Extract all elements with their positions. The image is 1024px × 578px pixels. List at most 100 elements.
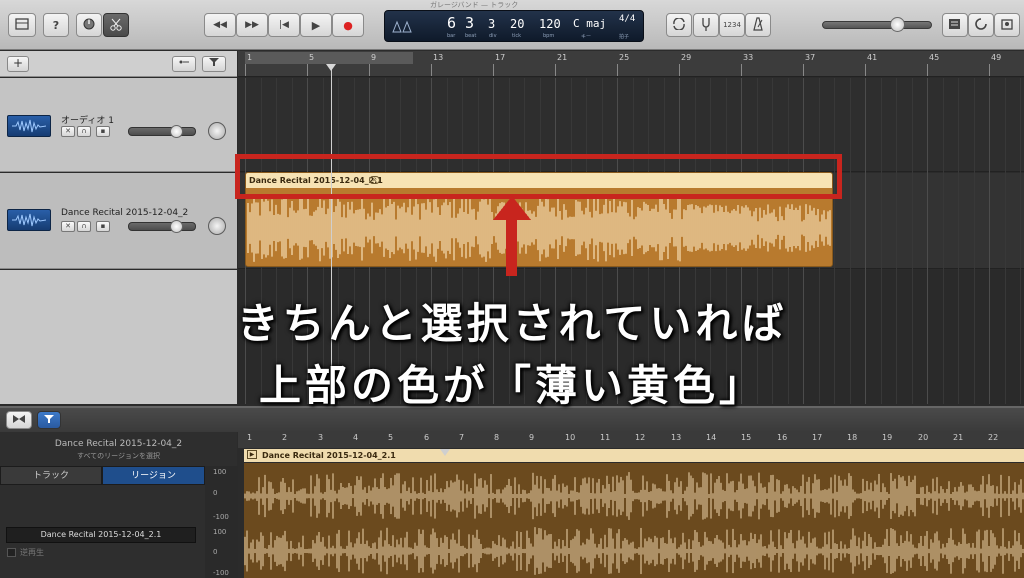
- track-name: Dance Recital 2015-12-04_2: [61, 208, 189, 218]
- editor-ruler-bar-17: 17: [812, 433, 823, 442]
- annotation-arrow-head: [493, 196, 531, 220]
- ruler-tick: [803, 64, 804, 76]
- track-volume-knob[interactable]: [170, 220, 183, 233]
- ruler-tick: [617, 64, 618, 76]
- editors-button[interactable]: [103, 13, 129, 37]
- metronome-icon: [752, 16, 764, 34]
- library-button[interactable]: [8, 13, 36, 37]
- ruler-bar-45: 45: [929, 53, 940, 62]
- count-in-label: 1234: [723, 21, 741, 29]
- cycle-button[interactable]: [666, 13, 692, 37]
- ruler-tick: [369, 64, 370, 76]
- go-to-start-button[interactable]: |◀: [268, 13, 300, 37]
- filter-icon: [208, 56, 220, 70]
- filter-button[interactable]: [202, 56, 226, 72]
- editor-catch-button[interactable]: [6, 411, 32, 429]
- editor-waveform-area[interactable]: [244, 463, 1024, 578]
- solo-button[interactable]: ∩: [77, 126, 91, 137]
- track-lock-button[interactable]: ▪: [96, 126, 110, 137]
- play-icon: ▶: [311, 18, 321, 32]
- mute-button[interactable]: ✕: [61, 126, 75, 137]
- media-browser-button[interactable]: [994, 13, 1020, 37]
- smart-controls-button[interactable]: [76, 13, 102, 37]
- loop-icon: [974, 17, 988, 34]
- annotation-line-2: 上部の色が「薄い黄色」: [258, 361, 765, 410]
- count-in-button[interactable]: 1234: [719, 13, 745, 37]
- editor-ruler-bar-21: 21: [953, 433, 964, 442]
- lcd-beat: 3: [465, 14, 475, 32]
- ruler-bar-49: 49: [991, 53, 1002, 62]
- loop-browser-button[interactable]: [968, 13, 994, 37]
- amplitude-label: 0: [213, 548, 218, 556]
- editor-playhead-handle[interactable]: [440, 449, 450, 456]
- annotation-arrow-stem: [506, 218, 517, 276]
- editor-waveform: [244, 472, 1024, 575]
- ruler-bar-25: 25: [619, 53, 630, 62]
- ruler-tick: [555, 64, 556, 76]
- editor-ruler-bar-19: 19: [882, 433, 893, 442]
- lcd-signature-label: 拍子: [619, 34, 630, 40]
- track-volume-slider[interactable]: [128, 222, 196, 231]
- lcd-display[interactable]: 6 3 3 20 120 C maj 4/4 bar beat div tick…: [384, 10, 644, 42]
- master-volume-knob[interactable]: [890, 17, 905, 32]
- ruler-bar-17: 17: [495, 53, 506, 62]
- solo-button[interactable]: ∩: [77, 221, 91, 232]
- help-button[interactable]: ?: [43, 13, 69, 37]
- ruler-tick: [493, 64, 494, 76]
- editor-ruler-bar-22: 22: [988, 433, 999, 442]
- waveform-icon: [7, 209, 51, 231]
- editor-filter-button[interactable]: [37, 411, 61, 429]
- editor-ruler-bar-4: 4: [353, 433, 359, 442]
- track-volume-slider[interactable]: [128, 127, 196, 136]
- amplitude-axis: [205, 466, 238, 578]
- fast-forward-button[interactable]: ▶▶: [236, 13, 268, 37]
- editor-ruler-bar-16: 16: [777, 433, 788, 442]
- editor-ruler-bar-12: 12: [635, 433, 646, 442]
- add-track-button[interactable]: +: [7, 56, 29, 72]
- record-button[interactable]: ●: [332, 13, 364, 37]
- amplitude-label: -100: [213, 569, 229, 577]
- lock-icon: ▪: [100, 222, 106, 230]
- pan-knob[interactable]: [208, 217, 226, 235]
- lcd-key-label: キー: [581, 34, 592, 40]
- amplitude-label: -100: [213, 513, 229, 521]
- tuner-button[interactable]: [693, 13, 719, 37]
- lcd-beat-label: beat: [465, 33, 477, 39]
- bowtie-icon: [12, 414, 26, 427]
- lcd-bar-label: bar: [447, 33, 456, 39]
- amplitude-label: 0: [213, 489, 218, 497]
- editor-ruler-bar-8: 8: [494, 433, 500, 442]
- notepad-button[interactable]: [942, 13, 968, 37]
- track-header-audio-1[interactable]: オーディオ 1 ✕ ∩ ▪: [0, 78, 237, 172]
- play-button[interactable]: ▶: [300, 13, 332, 37]
- cycle-icon: [672, 16, 686, 33]
- editor-ruler-bar-1: 1: [247, 433, 253, 442]
- track-volume-knob[interactable]: [170, 125, 183, 138]
- editor-ruler-bar-6: 6: [424, 433, 430, 442]
- ruler-tick: [989, 64, 990, 76]
- lcd-bar: 6: [447, 14, 457, 32]
- lock-icon: ▪: [100, 127, 106, 135]
- track-lock-button[interactable]: ▪: [96, 221, 110, 232]
- ruler-tick: [307, 64, 308, 76]
- track-header-dance-recital[interactable]: Dance Recital 2015-12-04_2 ✕ ∩ ▪: [0, 173, 237, 269]
- reverse-checkbox[interactable]: [7, 548, 16, 557]
- catch-button[interactable]: [172, 56, 196, 72]
- rewind-button[interactable]: ◀◀: [204, 13, 236, 37]
- cycle-area[interactable]: [245, 52, 413, 64]
- ruler-bar-37: 37: [805, 53, 816, 62]
- media-icon: [1000, 17, 1014, 34]
- ruler-bar-29: 29: [681, 53, 692, 62]
- pan-knob[interactable]: [208, 122, 226, 140]
- tab-region[interactable]: リージョン: [102, 466, 205, 485]
- editor-ruler-bar-2: 2: [282, 433, 288, 442]
- mute-button[interactable]: ✕: [61, 221, 75, 232]
- tab-track[interactable]: トラック: [0, 466, 102, 485]
- master-volume-slider[interactable]: [822, 21, 932, 29]
- lcd-key: C maj: [573, 17, 607, 30]
- region-name-field[interactable]: Dance Recital 2015-12-04_2.1: [6, 527, 196, 543]
- annotation-highlight-box: [235, 154, 842, 199]
- tracks-header-bar: +: [0, 51, 237, 77]
- playhead-handle[interactable]: [326, 64, 336, 71]
- metronome-button[interactable]: [745, 13, 771, 37]
